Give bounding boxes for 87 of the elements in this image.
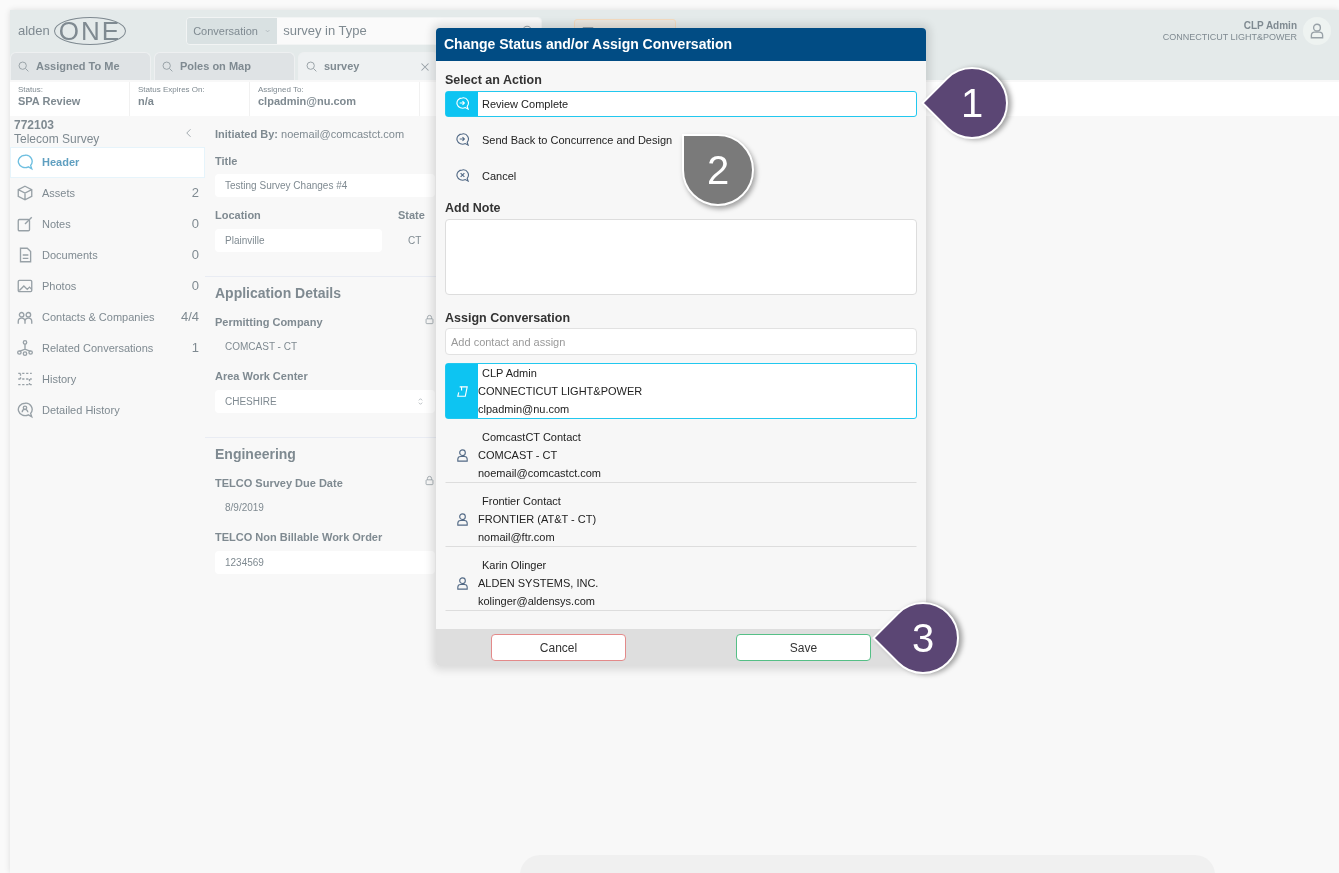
speech-arrow-icon bbox=[454, 96, 470, 112]
sidebar-item[interactable]: Photos 0 bbox=[10, 270, 205, 302]
contact-option[interactable]: Frontier Contact FRONTIER (AT&T - CT) nomail@ftr.com bbox=[445, 491, 917, 548]
contact-name: CLP Admin bbox=[481, 366, 538, 382]
field-value: COMCAST - CT bbox=[224, 340, 299, 354]
person-icon bbox=[454, 575, 470, 591]
item-count: 2 bbox=[191, 184, 199, 203]
tab[interactable]: survey bbox=[298, 52, 439, 80]
field-label: Permitting Company bbox=[215, 314, 323, 330]
item-count: 0 bbox=[191, 215, 199, 234]
field-value: 8/9/2019 bbox=[224, 501, 265, 515]
item-count: 4/4 bbox=[180, 308, 199, 327]
status-label: Status: bbox=[18, 85, 44, 95]
logo-text: alden bbox=[18, 22, 50, 41]
contact-name: Karin Olinger bbox=[481, 558, 548, 574]
contact-name: Frontier Contact bbox=[481, 494, 562, 510]
sidebar-item[interactable]: Contacts & Companies 4/4 bbox=[10, 301, 205, 333]
input-field[interactable]: 1234569 bbox=[215, 550, 435, 574]
contact-search-field[interactable]: Add contact and assign bbox=[445, 328, 917, 356]
speech-arrow-icon bbox=[454, 132, 470, 148]
person-icon bbox=[454, 511, 470, 527]
select-field[interactable]: CHESHIRE bbox=[215, 389, 435, 413]
speech-bubble-icon bbox=[16, 401, 34, 420]
item-count: 0 bbox=[191, 277, 199, 296]
contact-company: ALDEN SYSTEMS, INC. bbox=[478, 576, 599, 592]
field-label: TELCO Non Billable Work Order bbox=[215, 530, 383, 545]
record-id: 772103 bbox=[14, 119, 56, 133]
speech-bubble-icon bbox=[16, 153, 34, 172]
sidebar-item[interactable]: Assets 2 bbox=[10, 177, 205, 209]
dialog-title: Change Status and/or Assign Conversation bbox=[436, 28, 926, 61]
cube-icon bbox=[16, 184, 34, 203]
field-label: Area Work Center bbox=[215, 369, 308, 384]
status-value: clpadmin@nu.com bbox=[258, 95, 358, 109]
contact-email: kolinger@aldensys.com bbox=[478, 594, 596, 610]
title-field[interactable]: Testing Survey Changes #4 bbox=[215, 174, 435, 197]
contact-company: COMCAST - CT bbox=[478, 448, 559, 464]
save-button[interactable]: Save bbox=[736, 634, 871, 662]
sidebar-item[interactable]: Notes 0 bbox=[10, 208, 205, 240]
field-label: TELCO Survey Due Date bbox=[215, 475, 343, 491]
contact-company: CONNECTICUT LIGHT&POWER bbox=[478, 384, 643, 400]
action-option[interactable]: Review Complete bbox=[445, 90, 917, 117]
note-field[interactable] bbox=[445, 218, 917, 295]
section-heading: Application Details bbox=[215, 283, 343, 303]
updown-icon bbox=[416, 396, 425, 406]
item-count: 1 bbox=[191, 339, 199, 358]
item-count: 0 bbox=[191, 246, 199, 265]
section-heading: Assign Conversation bbox=[445, 309, 572, 327]
tab[interactable]: Poles on Map bbox=[154, 52, 295, 80]
sidebar-item[interactable]: Documents 0 bbox=[10, 239, 205, 271]
lock-icon bbox=[424, 474, 435, 486]
lock-icon bbox=[424, 313, 435, 325]
note-icon bbox=[16, 215, 34, 234]
cancel-icon bbox=[454, 168, 470, 184]
user-company: CONNECTICUT LIGHT&POWER bbox=[1162, 31, 1297, 44]
person-icon bbox=[454, 447, 470, 463]
cancel-button[interactable]: Cancel bbox=[491, 634, 626, 662]
contact-email: nomail@ftr.com bbox=[478, 530, 556, 546]
tag-icon bbox=[454, 383, 470, 399]
contact-email: noemail@comcastct.com bbox=[478, 466, 602, 482]
status-value: SPA Review bbox=[18, 95, 82, 109]
status-value: n/a bbox=[138, 95, 155, 109]
sidebar-item[interactable]: Header bbox=[10, 146, 205, 178]
sidebar-item[interactable]: Detailed History bbox=[10, 394, 205, 426]
location-field[interactable]: Plainville bbox=[215, 228, 382, 252]
network-icon bbox=[16, 339, 34, 358]
sidebar-item[interactable]: Related Conversations 1 bbox=[10, 332, 205, 364]
initiated-by: Initiated By: noemail@comcastct.com bbox=[215, 127, 406, 142]
tab[interactable]: Assigned To Me bbox=[10, 52, 151, 80]
status-label: Status Expires On: bbox=[138, 85, 206, 95]
section-heading: Select an Action bbox=[445, 72, 543, 89]
record-type: Telecom Survey bbox=[14, 132, 100, 147]
sidebar-item[interactable]: History bbox=[10, 363, 205, 395]
field-label: State bbox=[398, 208, 426, 223]
field-label: Title bbox=[215, 153, 239, 169]
contact-company: FRONTIER (AT&T - CT) bbox=[478, 512, 597, 528]
user-name: CLP Admin bbox=[1242, 18, 1297, 32]
state-field[interactable]: CT bbox=[398, 228, 432, 252]
avatar[interactable] bbox=[1303, 17, 1331, 45]
person-icon bbox=[1308, 22, 1326, 40]
field-label: Location bbox=[215, 208, 262, 223]
contact-email: clpadmin@nu.com bbox=[478, 402, 571, 418]
contact-option[interactable]: CLP Admin CONNECTICUT LIGHT&POWER clpadmin@nu.com bbox=[445, 363, 917, 420]
contact-option[interactable]: ComcastCT Contact COMCAST - CT noemail@comcastct.com bbox=[445, 427, 917, 484]
section-heading: Add Note bbox=[445, 199, 502, 217]
status-label: Assigned To: bbox=[258, 85, 305, 95]
contact-name: ComcastCT Contact bbox=[481, 430, 582, 446]
section-heading: Engineering bbox=[215, 444, 297, 464]
